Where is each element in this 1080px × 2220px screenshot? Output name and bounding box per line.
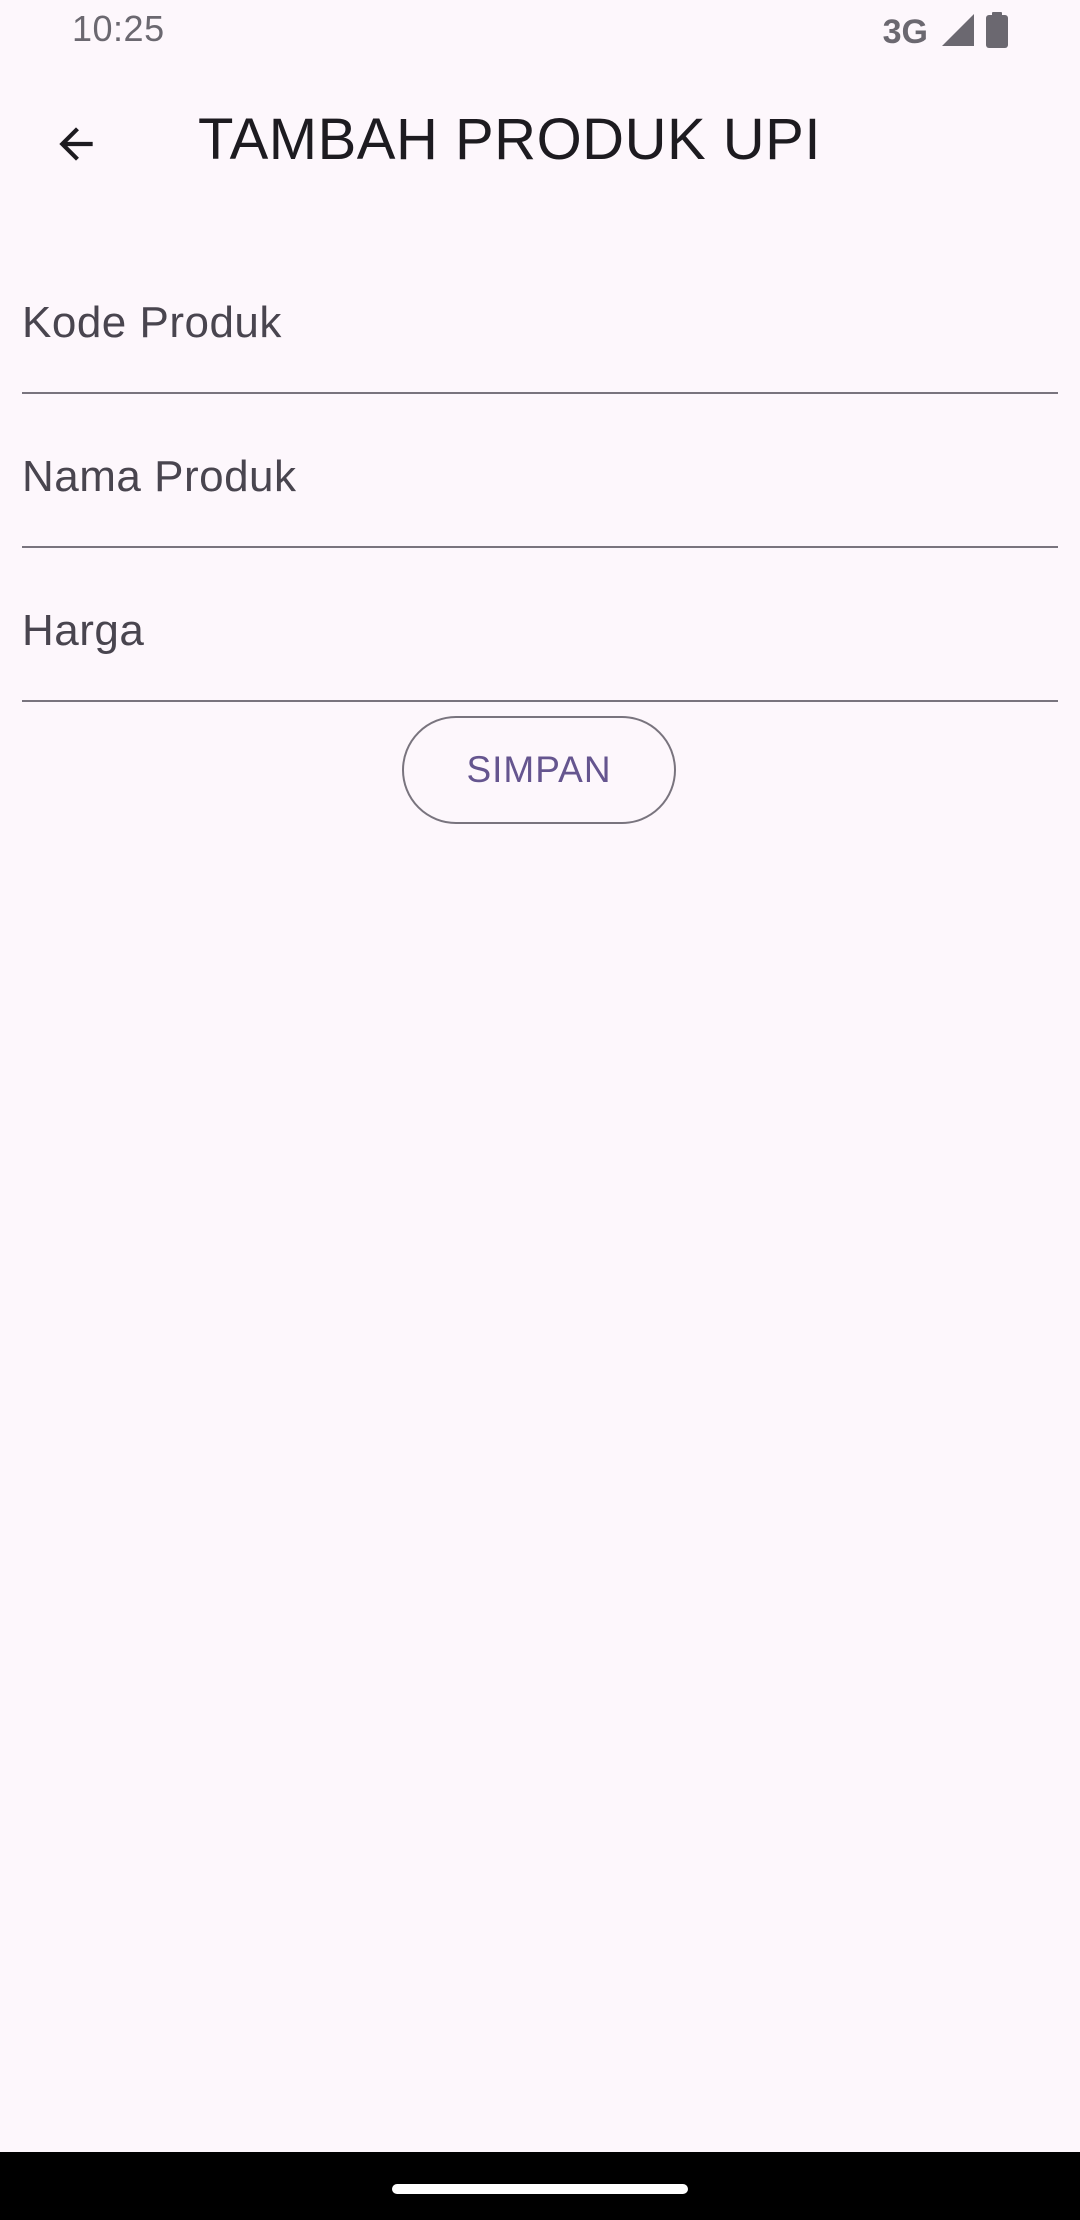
kode-produk-field[interactable] [22,240,1058,394]
status-bar: 10:25 3G [0,0,1080,62]
arrow-left-icon [51,119,101,174]
nama-produk-field[interactable] [22,394,1058,548]
signal-icon [940,12,976,53]
back-button[interactable] [40,110,112,182]
status-icons: 3G [882,11,1010,53]
status-time: 10:25 [72,8,165,49]
home-handle[interactable] [392,2184,688,2194]
harga-input[interactable] [22,548,1058,700]
save-button[interactable]: SIMPAN [402,716,676,824]
app-bar: TAMBAH PRODUK UPI [0,82,1080,202]
battery-icon [984,11,1010,53]
kode-produk-input[interactable] [22,240,1058,392]
harga-field[interactable] [22,548,1058,702]
network-type-label: 3G [882,12,928,51]
page-title: TAMBAH PRODUK UPI [198,107,821,172]
nama-produk-input[interactable] [22,394,1058,546]
navigation-bar [0,2152,1080,2220]
